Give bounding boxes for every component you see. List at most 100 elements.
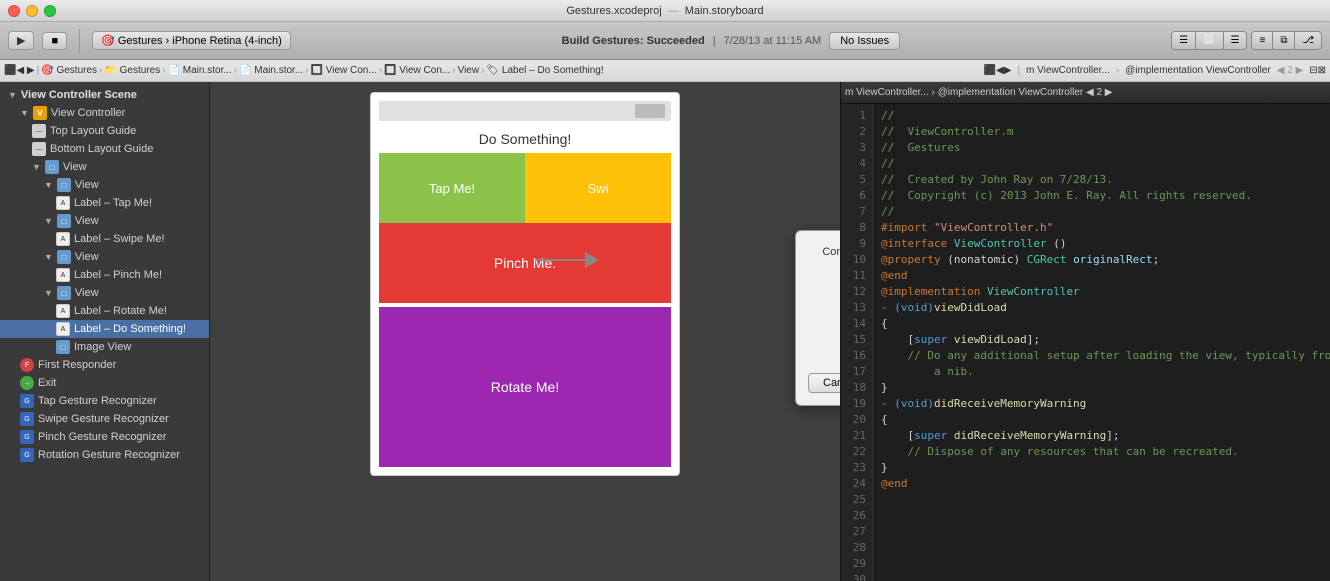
bc-editor-file[interactable]: m ViewController... bbox=[1026, 65, 1110, 76]
inspector-toggle[interactable]: ☰ bbox=[1224, 32, 1247, 49]
nav-item-label-swipe[interactable]: A Label – Swipe Me! bbox=[0, 230, 209, 248]
bc-editor-impl[interactable]: @implementation ViewController bbox=[1125, 65, 1271, 76]
label-pinch-icon: A bbox=[56, 268, 70, 282]
bc-item-5[interactable]: 🔲 View Con... bbox=[384, 65, 450, 76]
rotate-block[interactable]: Rotate Me! bbox=[379, 307, 671, 467]
line-num: 20 bbox=[847, 412, 866, 428]
bc-item-7[interactable]: 🏷 Label – Do Something! bbox=[486, 65, 603, 76]
bc-item-3[interactable]: 📄 Main.stor... bbox=[239, 65, 303, 76]
code-line-32: @end bbox=[881, 476, 1322, 492]
minimize-button[interactable] bbox=[26, 5, 38, 17]
nav-view-tap-label: View bbox=[75, 179, 99, 191]
scheme-selector[interactable]: 🎯 Gestures › iPhone Retina (4-inch) bbox=[92, 31, 291, 50]
view-tap-expand[interactable]: ▼ bbox=[44, 180, 53, 190]
bottom-guide-icon: — bbox=[32, 142, 46, 156]
bc-nav-arrows[interactable]: ◀ ▶ bbox=[16, 65, 34, 76]
traffic-lights[interactable] bbox=[8, 5, 56, 17]
bc-nav-left[interactable]: ⬛ bbox=[4, 65, 16, 76]
nav-item-label-rotate[interactable]: A Label – Rotate Me! bbox=[0, 302, 209, 320]
line-numbers: 1 2 3 4 5 6 7 8 9 10 11 12 13 14 15 16 1… bbox=[841, 104, 873, 581]
nav-rotation-gesture-label: Rotation Gesture Recognizer bbox=[38, 449, 180, 461]
view-pinch-expand[interactable]: ▼ bbox=[44, 252, 53, 262]
nav-item-bottom-guide[interactable]: — Bottom Layout Guide bbox=[0, 140, 209, 158]
assistant-editor[interactable]: ⧉ bbox=[1273, 32, 1295, 49]
file-name: Main.storyboard bbox=[685, 5, 764, 17]
vc-icon: V bbox=[33, 106, 47, 120]
toolbar-divider bbox=[79, 29, 80, 53]
standard-editor[interactable]: ≡ bbox=[1252, 32, 1273, 49]
line-num: 9 bbox=[847, 236, 866, 252]
label-swipe-icon: A bbox=[56, 232, 70, 246]
object-field-label: Object bbox=[808, 270, 840, 282]
vc-expand[interactable]: ▼ bbox=[20, 108, 29, 118]
view-swipe-expand[interactable]: ▼ bbox=[44, 216, 53, 226]
bc-editor-nav[interactable]: ⬛◀▶ bbox=[984, 65, 1012, 76]
code-line-1: // bbox=[881, 108, 1322, 124]
fr-icon: F bbox=[20, 358, 34, 372]
code-content: 1 2 3 4 5 6 7 8 9 10 11 12 13 14 15 16 1… bbox=[841, 104, 1330, 581]
source-code[interactable]: // // ViewController.m // Gestures // //… bbox=[873, 104, 1330, 581]
nav-item-label-pinch[interactable]: A Label – Pinch Me! bbox=[0, 266, 209, 284]
nav-view-rotate-label: View bbox=[75, 287, 99, 299]
nav-section-expand[interactable]: ▼ bbox=[8, 90, 17, 100]
device-frame: Do Something! Tap Me! Swi Pinch Me. Rota… bbox=[370, 92, 680, 476]
nav-item-view-root[interactable]: ▼ □ View bbox=[0, 158, 209, 176]
nav-item-swipe-gesture[interactable]: G Swipe Gesture Recognizer bbox=[0, 410, 209, 428]
line-num: 15 bbox=[847, 332, 866, 348]
navigator-toggle[interactable]: ☰ bbox=[1172, 32, 1196, 49]
nav-item-label-dosomething[interactable]: A Label – Do Something! bbox=[0, 320, 209, 338]
swipe-block[interactable]: Swi bbox=[525, 153, 671, 223]
stop-button[interactable]: ■ bbox=[42, 32, 67, 50]
label-rotate-icon: A bbox=[56, 304, 70, 318]
nav-item-top-guide[interactable]: — Top Layout Guide bbox=[0, 122, 209, 140]
view-root-expand[interactable]: ▼ bbox=[32, 162, 41, 172]
nav-view-swipe-label: View bbox=[75, 215, 99, 227]
nav-fr-label: First Responder bbox=[38, 359, 116, 371]
nav-item-view-tap[interactable]: ▼ □ View bbox=[0, 176, 209, 194]
nav-imageview-label: Image View bbox=[74, 341, 131, 353]
cancel-button[interactable]: Cancel bbox=[808, 373, 840, 393]
connection-field-label: Connection bbox=[808, 246, 840, 258]
bc-item-6[interactable]: View bbox=[458, 65, 480, 76]
version-editor[interactable]: ⎇ bbox=[1295, 32, 1321, 49]
nav-item-view-pinch[interactable]: ▼ □ View bbox=[0, 248, 209, 266]
line-num: 16 bbox=[847, 348, 866, 364]
view-rotate-expand[interactable]: ▼ bbox=[44, 288, 53, 298]
line-num: 18 bbox=[847, 380, 866, 396]
nav-vc-label: View Controller bbox=[51, 107, 125, 119]
bc-item-1[interactable]: 📁 Gestures bbox=[104, 65, 160, 76]
connection-popover: Connection Outlet ▼ Object V View Contro… bbox=[795, 230, 840, 406]
label-dosomething-icon: A bbox=[56, 322, 70, 336]
pinch-block[interactable]: Pinch Me. bbox=[379, 223, 671, 303]
bc-item-4[interactable]: 🔲 View Con... bbox=[311, 65, 377, 76]
line-num: 27 bbox=[847, 524, 866, 540]
nav-item-rotation-gesture[interactable]: G Rotation Gesture Recognizer bbox=[0, 446, 209, 464]
bc-item-2[interactable]: 📄 Main.stor... bbox=[168, 65, 232, 76]
nav-item-vc[interactable]: ▼ V View Controller bbox=[0, 104, 209, 122]
nav-view-root-label: View bbox=[63, 161, 87, 173]
nav-pinch-gesture-label: Pinch Gesture Recognizer bbox=[38, 431, 166, 443]
nav-item-view-rotate[interactable]: ▼ □ View bbox=[0, 284, 209, 302]
maximize-button[interactable] bbox=[44, 5, 56, 17]
line-num: 26 bbox=[847, 508, 866, 524]
code-line-27: [super didReceiveMemoryWarning]; bbox=[881, 428, 1322, 444]
nav-item-pinch-gesture[interactable]: G Pinch Gesture Recognizer bbox=[0, 428, 209, 446]
nav-item-first-responder[interactable]: F First Responder bbox=[0, 356, 209, 374]
close-button[interactable] bbox=[8, 5, 20, 17]
tap-block[interactable]: Tap Me! bbox=[379, 153, 525, 223]
line-num: 5 bbox=[847, 172, 866, 188]
nav-item-tap-gesture[interactable]: G Tap Gesture Recognizer bbox=[0, 392, 209, 410]
line-num: 23 bbox=[847, 460, 866, 476]
debug-toggle[interactable]: ⬜ bbox=[1196, 32, 1223, 49]
code-line-22: // Do any additional setup after loading… bbox=[881, 348, 1322, 364]
tap-gesture-icon: G bbox=[20, 394, 34, 408]
device-top-bar bbox=[379, 101, 671, 121]
bc-item-0[interactable]: 🎯 Gestures bbox=[41, 65, 97, 76]
nav-item-label-tap[interactable]: A Label – Tap Me! bbox=[0, 194, 209, 212]
nav-item-exit[interactable]: → Exit bbox=[0, 374, 209, 392]
issues-button[interactable]: No Issues bbox=[829, 32, 900, 50]
play-button[interactable]: ▶ bbox=[8, 31, 34, 50]
nav-item-imageview[interactable]: □ Image View bbox=[0, 338, 209, 356]
bc-editor-controls[interactable]: ⊟⊠ bbox=[1309, 65, 1326, 76]
nav-item-view-swipe[interactable]: ▼ □ View bbox=[0, 212, 209, 230]
